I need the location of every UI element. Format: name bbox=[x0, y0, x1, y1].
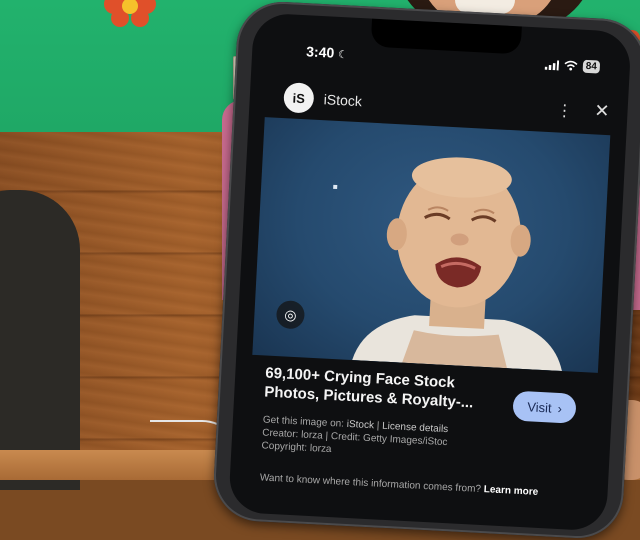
result-title[interactable]: 69,100+ Crying Face Stock Photos, Pictur… bbox=[264, 364, 486, 413]
source-name[interactable]: iStock bbox=[323, 91, 362, 109]
status-indicators: 84 bbox=[544, 58, 601, 74]
dark-jacket bbox=[0, 190, 80, 490]
get-image-source[interactable]: iStock bbox=[346, 419, 374, 431]
crying-baby-illustration bbox=[333, 157, 562, 372]
flower-decoration bbox=[104, 0, 156, 27]
status-time: 3:40 ☾ bbox=[305, 43, 349, 62]
wifi-icon bbox=[564, 60, 578, 71]
cellular-signal-icon bbox=[544, 59, 560, 70]
battery-icon: 84 bbox=[582, 59, 601, 74]
info-source-line: Want to know where this information come… bbox=[259, 472, 539, 498]
istock-logo[interactable]: iS bbox=[283, 82, 315, 114]
moon-icon: ☾ bbox=[337, 48, 349, 62]
image-preview[interactable]: ◎ bbox=[252, 117, 611, 373]
smartphone: 3:40 ☾ 84 iS iStock ⋮ ✕ ◎ 69,100+ Crying… bbox=[211, 0, 640, 540]
learn-more-link[interactable]: Learn more bbox=[483, 484, 538, 498]
visit-label: Visit bbox=[526, 398, 553, 416]
close-icon[interactable]: ✕ bbox=[594, 100, 610, 122]
more-vert-icon[interactable]: ⋮ bbox=[556, 100, 574, 121]
phone-screen: 3:40 ☾ 84 iS iStock ⋮ ✕ ◎ 69,100+ Crying… bbox=[228, 12, 632, 532]
visit-button[interactable]: Visit › bbox=[512, 390, 577, 424]
image-details: Get this image on: iStock | License deta… bbox=[261, 413, 563, 468]
chevron-right-icon: › bbox=[557, 400, 563, 416]
